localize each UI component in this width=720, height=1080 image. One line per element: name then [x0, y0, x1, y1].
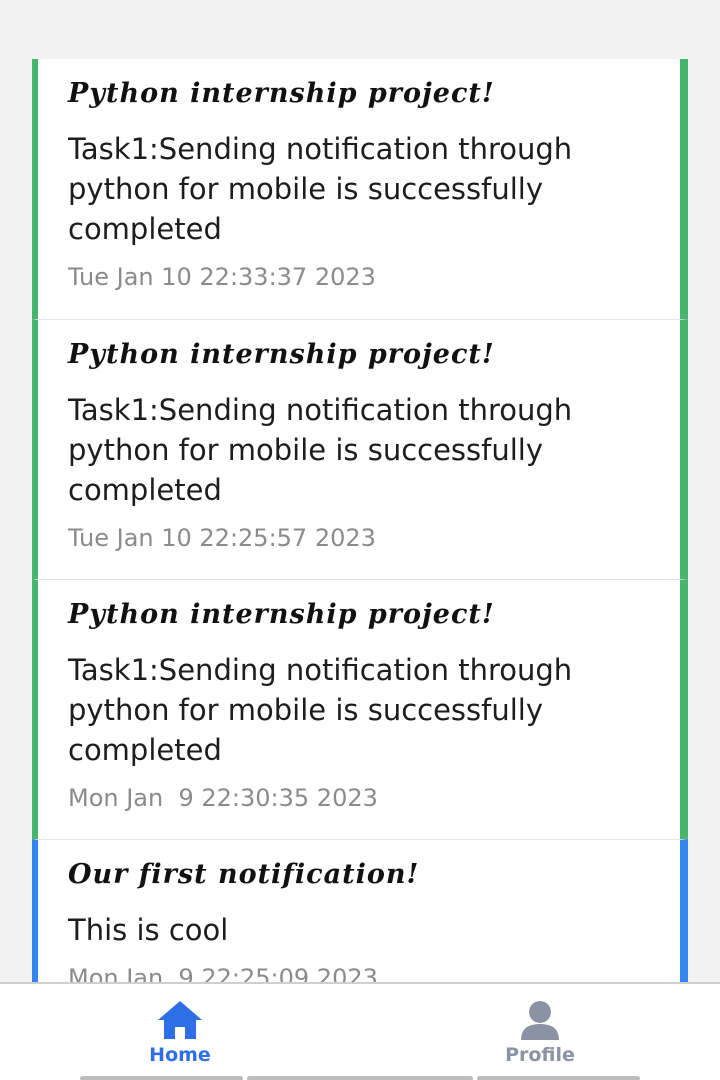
notification-body: Task1:Sending notification through pytho…	[68, 132, 573, 246]
notification-timestamp: Mon Jan 9 22:30:35 2023	[68, 784, 378, 812]
notification-title: Python internship project!	[68, 599, 495, 630]
nav-indicator	[80, 1076, 243, 1080]
nav-label-home: Home	[149, 1044, 211, 1066]
nav-label-profile: Profile	[505, 1044, 575, 1066]
notification-title: Python internship project!	[68, 339, 495, 370]
nav-indicator	[247, 1076, 473, 1080]
notification-feed[interactable]: Python internship project! Task1:Sending…	[32, 59, 688, 982]
notification-card[interactable]: Python internship project! Task1:Sending…	[32, 59, 688, 319]
nav-tab-home[interactable]: Home	[110, 1000, 250, 1066]
bottom-navigation: Home Profile	[0, 982, 720, 1080]
notification-timestamp: Mon Jan 9 22:25:09 2023	[68, 964, 378, 982]
notification-body: Task1:Sending notification through pytho…	[68, 653, 573, 767]
home-icon	[158, 1001, 202, 1039]
notification-title: Our first notification!	[68, 859, 420, 890]
notification-card[interactable]: Python internship project! Task1:Sending…	[32, 579, 688, 839]
nav-indicator	[477, 1076, 640, 1080]
notification-card[interactable]: Python internship project! Task1:Sending…	[32, 319, 688, 579]
notification-timestamp: Tue Jan 10 22:33:37 2023	[68, 263, 376, 291]
notification-body: This is cool	[68, 913, 229, 947]
notification-timestamp: Tue Jan 10 22:25:57 2023	[68, 524, 376, 552]
notification-title: Python internship project!	[68, 78, 495, 109]
notification-body: Task1:Sending notification through pytho…	[68, 393, 573, 507]
notification-card[interactable]: Our first notification! This is cool Mon…	[32, 839, 688, 982]
nav-tab-profile[interactable]: Profile	[470, 1000, 610, 1066]
person-icon	[521, 1001, 559, 1040]
